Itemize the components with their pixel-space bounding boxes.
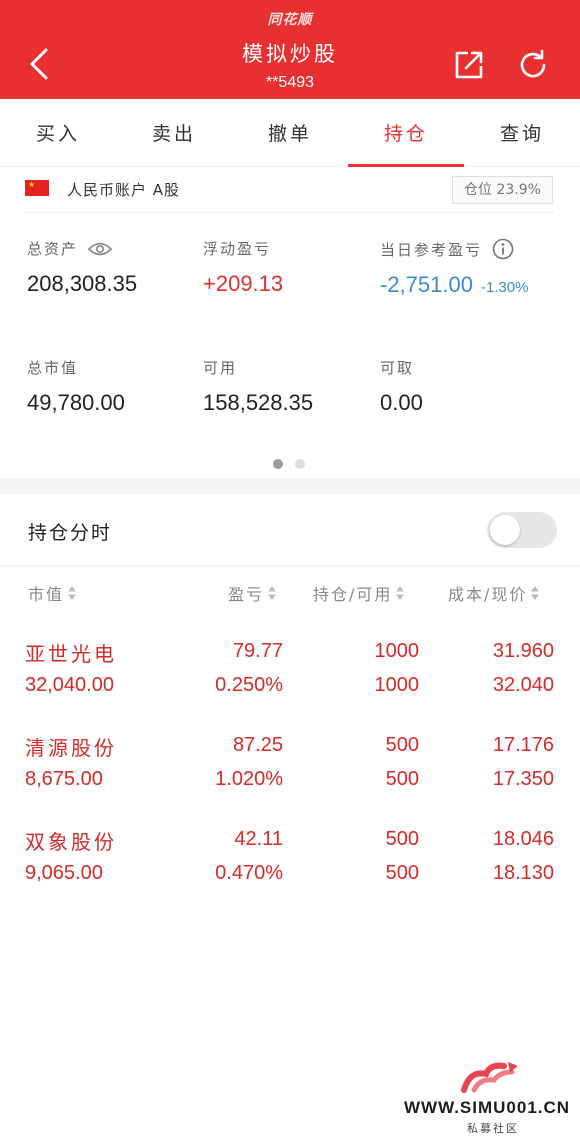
- brand-logo: 同花顺: [267, 12, 313, 28]
- daily-pl-value: -2,751.00: [380, 272, 473, 297]
- stock-cost: 18.046: [492, 828, 554, 850]
- stock-pl: 79.77: [232, 640, 283, 662]
- stock-holding: 1000: [374, 640, 420, 662]
- page-title: 模拟炒股: [242, 42, 338, 66]
- watermark-subtext: 私募社区: [467, 1122, 519, 1135]
- stock-pl-percent: 0.250%: [215, 674, 283, 696]
- share-icon[interactable]: [452, 48, 486, 82]
- stock-pl: 87.25: [232, 734, 283, 756]
- withdrawable-value: 0.00: [380, 390, 423, 415]
- stock-name: 双象股份: [25, 830, 117, 854]
- eye-icon[interactable]: [88, 241, 113, 257]
- watermark-logo-icon: [461, 1062, 518, 1093]
- stock-cost: 17.176: [492, 734, 554, 756]
- tab-cancel-order[interactable]: 撤单: [232, 99, 348, 167]
- stock-holding: 500: [385, 734, 419, 756]
- total-assets-label: 总资产: [27, 240, 79, 258]
- sort-icon: [396, 586, 405, 600]
- stock-market-value: 8,675.00: [25, 768, 103, 790]
- china-flag-icon: ★: [25, 180, 49, 196]
- withdrawable-label: 可取: [380, 359, 415, 377]
- stock-pl-percent: 0.470%: [215, 862, 283, 884]
- app-header: 同花顺 模拟炒股 **5493: [0, 0, 580, 99]
- stock-available: 1000: [374, 674, 420, 696]
- floating-pl-label: 浮动盈亏: [203, 240, 272, 258]
- refresh-icon[interactable]: [516, 48, 550, 82]
- stock-cost: 31.960: [492, 640, 554, 662]
- sort-pl[interactable]: 盈亏: [228, 581, 277, 605]
- tab-buy[interactable]: 买入: [0, 99, 116, 167]
- timeshare-toggle[interactable]: [487, 512, 557, 548]
- stock-price: 18.130: [492, 862, 554, 884]
- stock-price: 17.350: [492, 768, 554, 790]
- stock-market-value: 9,065.00: [25, 862, 103, 884]
- page-dot[interactable]: [295, 459, 305, 469]
- table-row[interactable]: 双象股份 9,065.00 42.11 0.470% 500 500 18.04…: [0, 826, 580, 906]
- daily-pl-block: 当日参考盈亏 -2,751.00 -1.30%: [380, 238, 529, 298]
- holdings-table-header: 市值 盈亏 持仓/可用 成本/现价: [0, 575, 580, 611]
- page-dot-active[interactable]: [273, 459, 283, 469]
- info-icon[interactable]: [492, 238, 514, 260]
- stock-pl-percent: 1.020%: [215, 768, 283, 790]
- stock-pl: 42.11: [234, 828, 283, 850]
- toggle-knob: [490, 515, 520, 545]
- header-holding: 持仓/可用: [313, 585, 393, 604]
- trade-tabs: 买入 卖出 撤单 持仓 查询: [0, 99, 580, 167]
- available-value: 158,528.35: [203, 390, 314, 415]
- tab-holdings[interactable]: 持仓: [348, 99, 464, 167]
- timeshare-label: 持仓分时: [28, 522, 113, 544]
- stock-holding: 500: [385, 828, 419, 850]
- header-market-value: 市值: [28, 585, 65, 604]
- active-tab-indicator: [348, 164, 464, 167]
- total-assets-value: 208,308.35: [27, 271, 138, 296]
- daily-pl-percent: -1.30%: [480, 279, 529, 296]
- stock-available: 500: [385, 768, 419, 790]
- available-block: 可用 158,528.35: [203, 357, 313, 416]
- sort-market-value[interactable]: 市值: [28, 581, 77, 605]
- stock-market-value: 32,040.00: [25, 674, 114, 696]
- table-row[interactable]: 清源股份 8,675.00 87.25 1.020% 500 500 17.17…: [0, 732, 580, 812]
- timeshare-row: 持仓分时: [0, 494, 580, 566]
- position-ratio-badge: 仓位 23.9%: [452, 176, 553, 204]
- table-row[interactable]: 亚世光电 32,040.00 79.77 0.250% 1000 1000 31…: [0, 638, 580, 718]
- sort-cost-price[interactable]: 成本/现价: [448, 581, 540, 605]
- floating-pl-value: +209.13: [203, 271, 284, 296]
- market-value-label: 总市值: [27, 359, 79, 377]
- header-cost-price: 成本/现价: [448, 585, 528, 604]
- sort-icon: [68, 586, 77, 600]
- header-pl: 盈亏: [228, 585, 265, 604]
- stock-price: 32.040: [492, 674, 554, 696]
- section-separator: [0, 478, 580, 494]
- page-indicator[interactable]: [273, 459, 313, 471]
- tab-query[interactable]: 查询: [464, 99, 580, 167]
- account-type-label: 人民币账户 A股: [67, 181, 181, 199]
- account-number: **5493: [265, 74, 315, 91]
- available-label: 可用: [203, 359, 238, 377]
- daily-pl-label: 当日参考盈亏: [380, 240, 483, 259]
- floating-pl-block: 浮动盈亏 +209.13: [203, 238, 283, 297]
- market-value-value: 49,780.00: [27, 390, 125, 415]
- withdrawable-block: 可取 0.00: [380, 357, 423, 416]
- sort-icon: [268, 586, 277, 600]
- sort-icon: [531, 586, 540, 600]
- stock-available: 500: [385, 862, 419, 884]
- divider: [25, 212, 555, 213]
- sort-holding[interactable]: 持仓/可用: [313, 581, 405, 605]
- watermark-text: WWW.SIMU001.CN: [404, 1098, 571, 1117]
- tab-sell[interactable]: 卖出: [116, 99, 232, 167]
- market-value-block: 总市值 49,780.00: [27, 357, 125, 416]
- stock-name: 清源股份: [25, 736, 117, 760]
- total-assets-block: 总资产 208,308.35: [27, 238, 137, 297]
- stock-name: 亚世光电: [25, 642, 117, 666]
- account-row: ★ 人民币账户 A股 仓位 23.9%: [0, 172, 580, 208]
